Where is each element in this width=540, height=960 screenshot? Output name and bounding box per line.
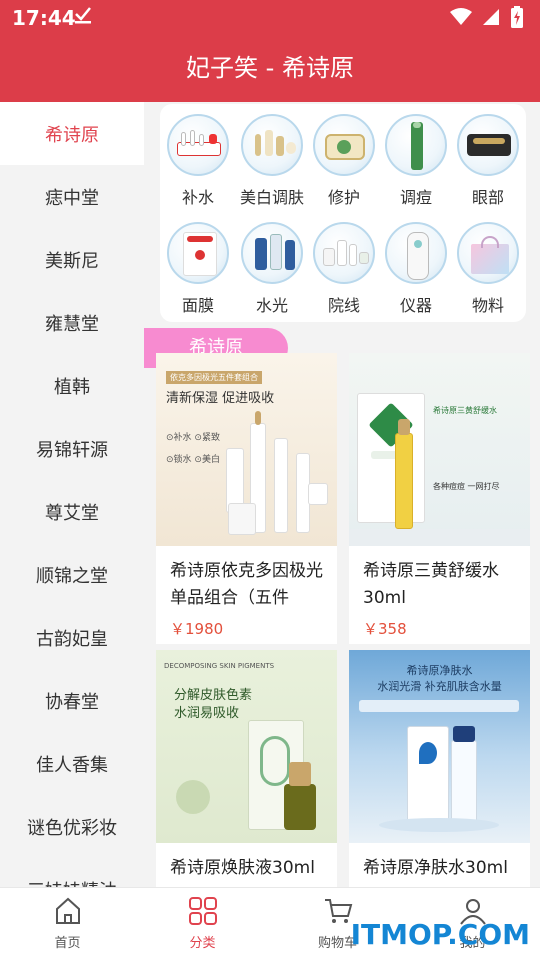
category-label: 调痘	[399, 188, 432, 207]
skincare-set-icon	[167, 114, 229, 176]
nav-home[interactable]: 首页	[0, 888, 135, 960]
banner-tags: ⊙补水 ⊙紧致 ⊙锁水 ⊙美白	[166, 433, 220, 465]
product-name: 希诗原焕肤液30ml	[170, 858, 315, 878]
category-salon[interactable]: 院线	[308, 222, 380, 316]
category-material[interactable]: 物料	[452, 222, 524, 316]
sidebar-item[interactable]: 痣中堂	[0, 165, 144, 228]
banner-line1: 希诗原净肤水	[406, 664, 473, 677]
banner-line1: 依克多因极光五件套组合	[166, 371, 262, 384]
banner-line2: 水润光滑 补充肌肤含水量	[377, 680, 502, 693]
acne-tube-icon	[385, 114, 447, 176]
product-image: DECOMPOSING SKIN PIGMENTS 分解皮肤色素 水润易吸收	[156, 650, 337, 843]
sidebar-item[interactable]: 古韵妃皇	[0, 606, 144, 669]
sidebar-item-label: 植韩	[54, 376, 90, 398]
product-name: 希诗原依克多因极光单品组合（五件	[170, 561, 323, 608]
sidebar-item-label: 古韵妃皇	[36, 628, 108, 650]
category-hydrating[interactable]: 补水	[162, 114, 234, 208]
status-time: 17:44	[12, 6, 76, 30]
sidebar-item-label: 希诗原	[45, 124, 99, 146]
battery-icon	[510, 6, 524, 32]
category-label: 仪器	[399, 296, 432, 315]
hydra-vial-icon	[241, 222, 303, 284]
gift-bag-icon	[457, 222, 519, 284]
sidebar-item[interactable]: 协春堂	[0, 669, 144, 732]
nav-category[interactable]: 分类	[135, 888, 270, 960]
category-mask[interactable]: 面膜	[162, 222, 234, 316]
sidebar-item[interactable]: 易锦轩源	[0, 417, 144, 480]
sidebar-item[interactable]: 谜色优彩妆	[0, 795, 144, 858]
sidebar-item[interactable]: 植韩	[0, 354, 144, 417]
category-label: 补水	[181, 188, 214, 207]
sidebar-item-label: 尊艾堂	[45, 502, 99, 524]
page-title: 妃子笑 - 希诗原	[186, 54, 354, 82]
banner-line1: 分解皮肤色素	[174, 688, 253, 703]
download-done-icon	[74, 5, 92, 30]
category-label: 美白调肤	[239, 188, 304, 207]
home-icon	[53, 897, 83, 930]
nav-label: 首页	[54, 936, 81, 951]
product-image: 希诗原净肤水 水润光滑 补充肌肤含水量	[349, 650, 530, 843]
nav-label: 分类	[189, 936, 216, 951]
product-card[interactable]: DECOMPOSING SKIN PIGMENTS 分解皮肤色素 水润易吸收 希…	[156, 650, 337, 887]
salon-set-icon	[313, 222, 375, 284]
product-image: 依克多因极光五件套组合 清新保湿 促进吸收 ⊙补水 ⊙紧致 ⊙锁水 ⊙美白	[156, 353, 337, 546]
sidebar-item-label: 易锦轩源	[36, 439, 108, 461]
banner-line2: 水润易吸收	[174, 706, 240, 721]
product-name: 希诗原净肤水30ml	[363, 858, 508, 878]
sidebar-item[interactable]: 希诗原	[0, 102, 144, 165]
product-image: 希诗原三黄舒缓水 各种痘痘 一网打尽	[349, 353, 530, 546]
cart-icon	[323, 899, 353, 930]
category-label: 眼部	[471, 188, 504, 207]
device-icon	[385, 222, 447, 284]
face-mask-icon	[167, 222, 229, 284]
product-card[interactable]: 希诗原三黄舒缓水 各种痘痘 一网打尽 希诗原三黄舒缓水30ml ￥358	[349, 353, 530, 644]
sidebar-item[interactable]: 顺锦之堂	[0, 543, 144, 606]
category-hydra[interactable]: 水光	[236, 222, 308, 316]
sidebar-item-label: 协春堂	[45, 691, 99, 713]
whitening-set-icon	[241, 114, 303, 176]
sidebar-item-label: 佳人香集	[36, 754, 108, 776]
repair-jar-icon	[313, 114, 375, 176]
brand-sidebar: 希诗原 痣中堂 美斯尼 雍慧堂 植韩 易锦轩源 尊艾堂 顺锦之堂 古韵妃皇 协春…	[0, 102, 144, 887]
banner-line2: 清新保湿 促进吸收	[166, 391, 275, 406]
category-label: 修护	[327, 188, 360, 207]
status-bar: 17:44	[0, 0, 540, 36]
subcategory-grid: 补水 美白调肤 修护 调痘 眼部 面膜 水光 院线 仪器 物料	[160, 104, 526, 322]
signal-icon	[482, 8, 500, 30]
category-label: 院线	[327, 296, 360, 315]
category-eye[interactable]: 眼部	[452, 114, 524, 208]
sidebar-item-label: 三娃娃精油	[27, 877, 117, 888]
watermark: ITMOP.COM	[350, 918, 530, 951]
sidebar-item[interactable]: 三娃娃精油	[0, 858, 144, 888]
category-whitening[interactable]: 美白调肤	[236, 114, 308, 208]
wifi-icon	[450, 8, 472, 30]
sidebar-item[interactable]: 美斯尼	[0, 228, 144, 291]
category-label: 面膜	[181, 296, 214, 315]
product-price: ￥1980	[170, 620, 224, 638]
product-card[interactable]: 依克多因极光五件套组合 清新保湿 促进吸收 ⊙补水 ⊙紧致 ⊙锁水 ⊙美白 希诗…	[156, 353, 337, 644]
banner-line2: 各种痘痘 一网打尽	[433, 482, 500, 491]
category-content: 补水 美白调肤 修护 调痘 眼部 面膜 水光 院线 仪器 物料 希诗原 依克多因…	[144, 102, 540, 887]
category-acne[interactable]: 调痘	[380, 114, 452, 208]
product-price: ￥358	[363, 620, 407, 638]
sidebar-item[interactable]: 尊艾堂	[0, 480, 144, 543]
sidebar-item-label: 痣中堂	[45, 187, 99, 209]
category-icon	[188, 897, 218, 930]
sidebar-item-label: 谜色优彩妆	[27, 817, 117, 839]
category-repair[interactable]: 修护	[308, 114, 380, 208]
sidebar-item-label: 雍慧堂	[45, 313, 99, 335]
category-label: 物料	[471, 296, 504, 315]
category-device[interactable]: 仪器	[380, 222, 452, 316]
banner-line1: 希诗原三黄舒缓水	[433, 406, 497, 415]
sidebar-item-label: 美斯尼	[45, 250, 99, 272]
product-name: 希诗原三黄舒缓水30ml	[363, 561, 499, 608]
sidebar-item-label: 顺锦之堂	[36, 565, 108, 587]
product-card[interactable]: 希诗原净肤水 水润光滑 补充肌肤含水量 希诗原净肤水30ml	[349, 650, 530, 887]
sidebar-item[interactable]: 佳人香集	[0, 732, 144, 795]
app-header: 妃子笑 - 希诗原	[0, 36, 540, 102]
category-label: 水光	[255, 296, 288, 315]
sidebar-item[interactable]: 雍慧堂	[0, 291, 144, 354]
eye-cream-icon	[457, 114, 519, 176]
